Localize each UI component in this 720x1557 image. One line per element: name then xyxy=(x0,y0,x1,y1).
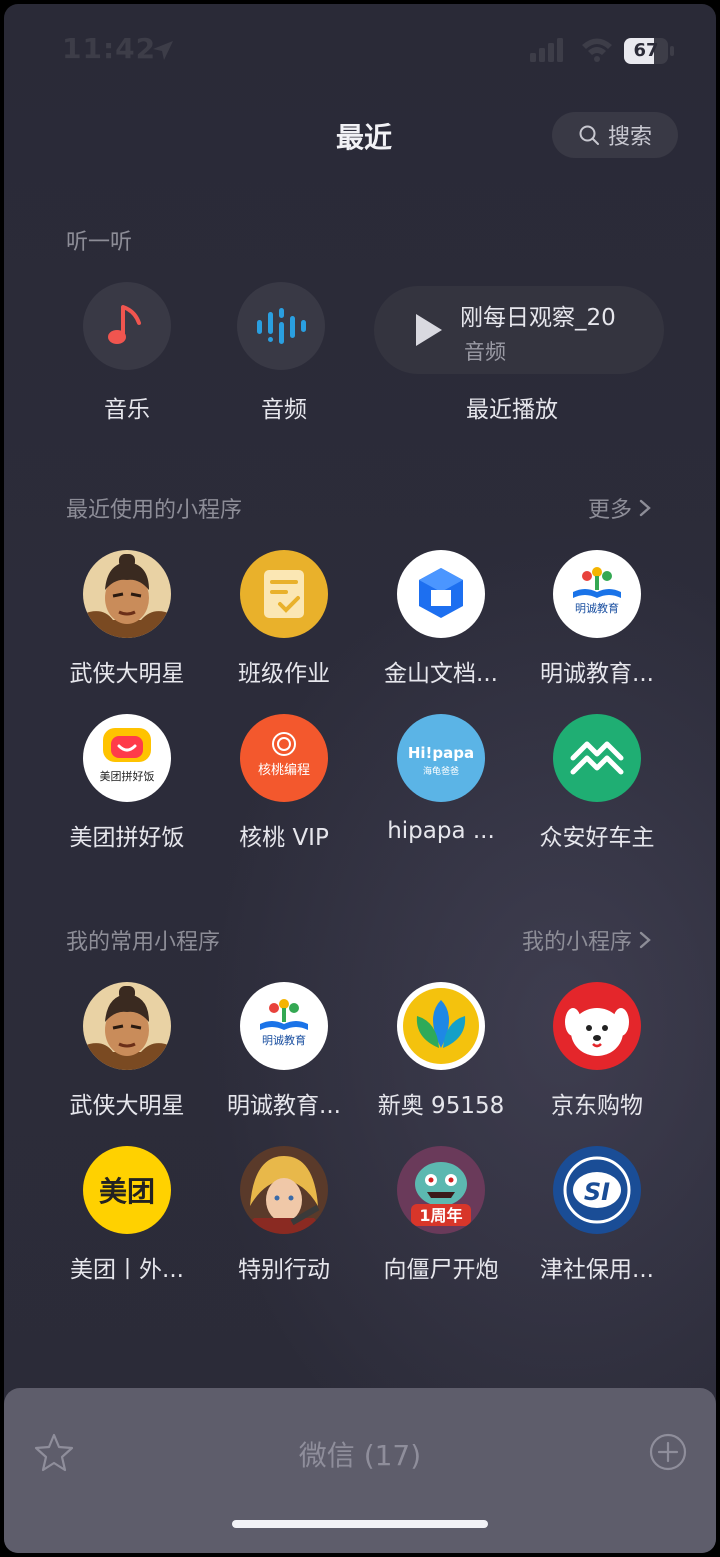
app-tile[interactable]: 金山文档... xyxy=(361,550,521,700)
app-tile[interactable]: 明诚教育 明诚教育... xyxy=(204,982,364,1132)
app-tile[interactable]: 美团拼好饭 美团拼好饭 xyxy=(47,714,207,864)
status-time: 11:42 xyxy=(62,32,157,65)
chevron-right-icon xyxy=(639,931,651,949)
cellular-signal-icon xyxy=(530,38,563,62)
app-name: 向僵尸开炮 xyxy=(383,1257,499,1283)
music-note-icon xyxy=(108,305,141,344)
mingcheng-education-icon: 明诚教育 xyxy=(240,982,328,1070)
app-name: 明诚教育... xyxy=(227,1093,341,1119)
app-tile[interactable]: 新奥 95158 xyxy=(361,982,521,1132)
meituan-logo-text: 美团 xyxy=(99,1175,155,1208)
hipapa-logo-text: Hi!papa xyxy=(408,744,474,762)
social-security-icon: SI xyxy=(553,1146,641,1234)
add-circle-icon[interactable] xyxy=(648,1432,688,1472)
recent-play-card[interactable]: 刚每日观察_20 音频 xyxy=(374,286,664,374)
app-name: 核桃 VIP xyxy=(239,825,329,851)
hipapa-icon: Hi!papa 海龟爸爸 xyxy=(397,714,485,802)
app-tile[interactable]: Hi!papa 海龟爸爸 hipapa ... xyxy=(361,714,521,864)
app-tile[interactable]: 美团 美团丨外... xyxy=(47,1146,207,1296)
app-name: 美团拼好饭 xyxy=(69,825,185,851)
app-tile[interactable]: 1周年 向僵尸开炮 xyxy=(361,1146,521,1296)
app-name: 津社保用... xyxy=(540,1257,654,1283)
app-name: 班级作业 xyxy=(238,661,330,687)
chevron-right-icon xyxy=(639,499,651,517)
search-label: 搜索 xyxy=(607,125,652,150)
mingcheng-logo-text: 明诚教育 xyxy=(575,601,619,615)
zombie-game-icon: 1周年 xyxy=(397,1146,485,1234)
recent-play-title: 刚每日观察_20 xyxy=(460,305,616,331)
recent-play-type: 音频 xyxy=(464,340,506,364)
meituan-pinhaofan-icon: 美团拼好饭 xyxy=(83,714,171,802)
app-name: 武侠大明星 xyxy=(69,661,185,687)
hipapa-logo-sub: 海龟爸爸 xyxy=(423,765,459,777)
special-ops-avatar xyxy=(240,1146,328,1234)
more-recent-link[interactable]: 更多 xyxy=(588,492,652,524)
kdocs-icon xyxy=(397,550,485,638)
battery-level: 67 xyxy=(633,40,659,61)
wifi-icon xyxy=(582,38,612,62)
app-tile[interactable]: 武侠大明星 xyxy=(47,982,207,1132)
app-tile[interactable]: 明诚教育 明诚教育... xyxy=(517,550,677,700)
app-tile[interactable]: 核桃编程 核桃 VIP xyxy=(204,714,364,864)
more-label: 更多 xyxy=(587,498,632,523)
app-tile[interactable]: 班级作业 xyxy=(204,550,364,700)
app-name: hipapa ... xyxy=(387,818,495,844)
app-tile[interactable]: 武侠大明星 xyxy=(47,550,207,700)
search-button[interactable]: 搜索 xyxy=(552,112,678,158)
meituan-icon: 美团 xyxy=(83,1146,171,1234)
app-name: 特别行动 xyxy=(238,1257,330,1283)
battery-indicator: 67 xyxy=(624,38,674,64)
app-tile[interactable]: 京东购物 xyxy=(517,982,677,1132)
app-name: 众安好车主 xyxy=(539,825,655,851)
search-icon xyxy=(579,125,599,145)
bottom-bar: 微信 (17) xyxy=(4,1388,716,1553)
section-label-mine: 我的常用小程序 xyxy=(66,930,221,955)
warrior-avatar xyxy=(83,550,171,638)
homework-icon xyxy=(240,550,328,638)
app-tile[interactable]: 特别行动 xyxy=(204,1146,364,1296)
mingcheng-education-icon: 明诚教育 xyxy=(553,550,641,638)
section-label-listen: 听一听 xyxy=(66,230,133,255)
recent-play-label: 最近播放 xyxy=(466,397,558,423)
app-name: 新奥 95158 xyxy=(377,1093,505,1119)
audio-button[interactable] xyxy=(237,282,325,370)
enn-icon xyxy=(397,982,485,1070)
app-name: 明诚教育... xyxy=(540,661,654,687)
app-name: 美团丨外... xyxy=(70,1257,184,1283)
play-icon xyxy=(416,314,442,346)
meituan-pinhaofan-logo-text: 美团拼好饭 xyxy=(100,769,155,783)
wechat-label[interactable]: 微信 (17) xyxy=(4,1434,716,1474)
my-mini-programs-label: 我的小程序 xyxy=(521,930,632,955)
app-tile[interactable]: SI 津社保用... xyxy=(517,1146,677,1296)
hetao-logo-text: 核桃编程 xyxy=(258,763,310,778)
music-label: 音乐 xyxy=(104,397,150,423)
jd-dog-icon xyxy=(553,982,641,1070)
warrior-avatar xyxy=(83,982,171,1070)
music-button[interactable] xyxy=(83,282,171,370)
location-arrow-icon xyxy=(153,41,173,60)
app-name: 京东购物 xyxy=(551,1093,643,1119)
home-indicator xyxy=(232,1520,488,1528)
audio-wave-icon xyxy=(257,308,306,344)
app-name: 金山文档... xyxy=(384,661,498,687)
zhongan-car-icon xyxy=(553,714,641,802)
zombie-logo-text: 1周年 xyxy=(419,1206,462,1225)
screen: 11:42 67 最近 搜索 听一听 音乐 音频 刚每日观察_20 音频 最近播… xyxy=(4,4,716,1553)
mingcheng-logo-text: 明诚教育 xyxy=(262,1033,306,1047)
si-logo-text: SI xyxy=(584,1178,610,1206)
section-label-recent: 最近使用的小程序 xyxy=(66,498,243,523)
app-tile[interactable]: 众安好车主 xyxy=(517,714,677,864)
hetao-coding-icon: 核桃编程 xyxy=(240,714,328,802)
audio-label: 音频 xyxy=(261,397,307,423)
my-mini-programs-link[interactable]: 我的小程序 xyxy=(522,924,652,956)
app-name: 武侠大明星 xyxy=(69,1093,185,1119)
